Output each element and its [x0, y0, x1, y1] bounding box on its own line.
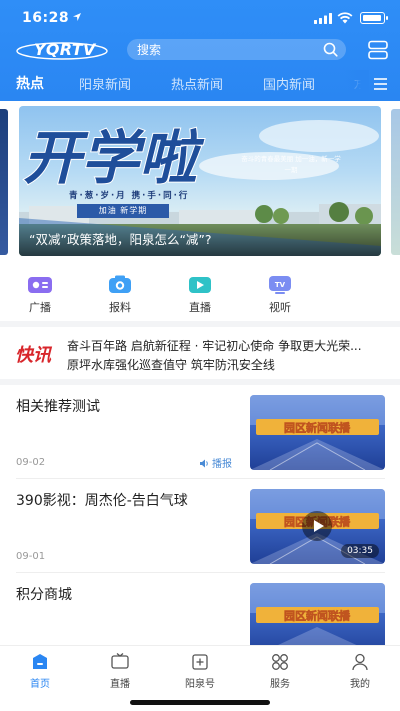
home-indicator[interactable] [130, 700, 270, 705]
speaker-icon [200, 459, 208, 468]
article-title[interactable]: 相关推荐测试 [16, 396, 100, 416]
banner-caption: “双减”政策落地，阳泉怎么“减”? [29, 232, 212, 247]
channel-manage-icon[interactable] [367, 39, 389, 61]
banner-carousel[interactable]: 开学啦 青·葱·岁·月 携·手·同·行 加油 新学期 奋斗的青春最美丽 加一油，… [0, 101, 400, 263]
nav-label: 阳泉号 [185, 679, 215, 690]
nav-label: 服务 [270, 679, 290, 690]
wifi-icon [337, 12, 353, 24]
tab-fade [343, 70, 369, 100]
nav-profile[interactable]: 我的 [335, 652, 385, 690]
tv-live-icon [111, 653, 129, 669]
news-ticker[interactable]: 快讯 奋斗百年路 启航新征程 · 牢记初心使命 争取更大光荣... 原坪水库强化… [0, 329, 400, 377]
status-bar: 16:28 [0, 0, 400, 36]
quick-link-radio[interactable]: 广播 [12, 273, 68, 321]
tab-hot[interactable]: 热点 [16, 73, 44, 93]
thumbnail-title: 园区新闻联播 [284, 609, 351, 623]
ticker-line-2[interactable]: 原坪水库强化巡查值守 筑牢防汛安全线 [67, 356, 387, 373]
article-thumbnail[interactable]: 园区新闻联播 [250, 395, 385, 470]
article-title[interactable]: 390影视：周杰伦-告白气球 [16, 490, 188, 510]
flash-news-badge-text: 快讯 [15, 345, 53, 365]
user-icon [352, 653, 368, 671]
quick-link-live[interactable]: 直播 [172, 273, 228, 321]
cellular-signal-icon [314, 13, 332, 24]
search-input[interactable] [137, 39, 307, 60]
article-item[interactable]: 390影视：周杰伦-告白气球 09-01 园区新闻联播 03:35 [0, 479, 400, 573]
radio-icon [28, 277, 52, 293]
flash-news-badge: 快讯 [15, 345, 53, 365]
svg-text:TV: TV [275, 281, 286, 289]
ticker-line-1[interactable]: 奋斗百年路 启航新征程 · 牢记初心使命 争取更大光荣... [67, 337, 387, 354]
nav-label: 直播 [110, 679, 130, 690]
status-time: 16:28 [22, 10, 70, 26]
quick-link-label: 视听 [269, 301, 291, 314]
banner-subline: 青·葱·岁·月 携·手·同·行 [69, 191, 190, 201]
nav-label: 首页 [30, 679, 50, 690]
article-tag-label: 播报 [212, 459, 232, 470]
location-arrow-icon [73, 13, 81, 21]
banner-ribbon: 加油 新学期 [77, 204, 169, 218]
quick-link-label: 广播 [29, 301, 51, 314]
plus-square-icon [192, 654, 208, 670]
hamburger-menu-icon[interactable] [373, 77, 388, 91]
app-logo[interactable]: YQRTV [16, 38, 108, 62]
quick-links: 广播 报料 直播 TV 视听 [0, 265, 400, 321]
camera-icon [109, 275, 131, 293]
article-date: 09-01 [16, 551, 46, 562]
article-date: 09-02 [16, 457, 46, 468]
battery-icon [360, 12, 388, 24]
video-duration: 03:35 [341, 544, 379, 558]
article-item[interactable]: 相关推荐测试 09-02 播报 园区新闻联播 [0, 385, 400, 479]
live-video-icon [189, 277, 211, 293]
news-program-graphic: 园区新闻联播 [250, 395, 385, 470]
nav-yangquan-hao[interactable]: 阳泉号 [175, 652, 225, 690]
quick-link-label: 直播 [189, 301, 211, 314]
section-divider [0, 321, 400, 327]
svg-text:开学啦: 开学啦 [23, 124, 205, 192]
play-icon[interactable] [302, 511, 332, 541]
article-tag[interactable]: 播报 [200, 455, 232, 470]
quick-link-report[interactable]: 报料 [92, 273, 148, 321]
quick-link-label: 报料 [109, 301, 131, 314]
prev-slide-peek[interactable] [0, 109, 8, 255]
tab-yangquan-news[interactable]: 阳泉新闻 [79, 74, 131, 93]
tab-domestic-news[interactable]: 国内新闻 [263, 74, 315, 93]
nav-live[interactable]: 直播 [95, 652, 145, 690]
tv-icon: TV [269, 276, 291, 294]
search-icon[interactable] [323, 42, 338, 57]
channel-tabs: 热点 阳泉新闻 热点新闻 国内新闻 万 [0, 70, 400, 100]
tab-hot-news[interactable]: 热点新闻 [171, 74, 223, 93]
nav-services[interactable]: 服务 [255, 652, 305, 690]
nav-home[interactable]: 首页 [15, 652, 65, 690]
quick-link-av[interactable]: TV 视听 [252, 273, 308, 321]
grid-icon [272, 654, 288, 670]
next-slide-peek[interactable] [391, 109, 400, 255]
home-icon [33, 654, 47, 669]
logo-text: YQRTV [34, 40, 96, 59]
article-thumbnail[interactable]: 园区新闻联播 03:35 [250, 489, 385, 564]
banner-quote: 奋斗的青春最美丽 加一油，新一学一期 [241, 155, 341, 174]
banner-slide[interactable]: 开学啦 青·葱·岁·月 携·手·同·行 加油 新学期 奋斗的青春最美丽 加一油，… [19, 106, 381, 256]
app-screen: 16:28 YQRTV 搜索 热点 阳泉新闻 热点新闻 国内新闻 开学啦 青·葱… [0, 0, 400, 711]
thumbnail-title: 园区新闻联播 [284, 421, 351, 435]
banner-caption-bar: “双减”政策落地，阳泉怎么“减”? [19, 224, 381, 256]
app-header: 16:28 YQRTV 搜索 热点 阳泉新闻 热点新闻 国内新闻 [0, 0, 400, 101]
nav-label: 我的 [350, 679, 370, 690]
search-bar[interactable] [127, 39, 346, 60]
article-title[interactable]: 积分商城 [16, 584, 72, 604]
